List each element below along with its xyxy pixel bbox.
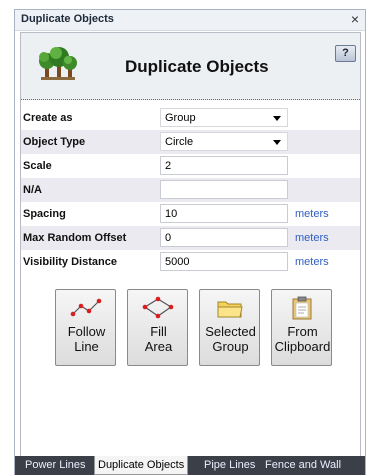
tab-duplicate-objects[interactable]: Duplicate Objects: [94, 456, 189, 475]
row-object-type: Object Type Circle: [21, 130, 360, 154]
tab-pipe-lines[interactable]: Pipe Lines: [204, 459, 255, 471]
fill-area-label-2: Area: [144, 339, 173, 354]
scale-input[interactable]: 2: [160, 156, 288, 175]
chevron-down-icon: [273, 116, 281, 121]
fill-area-button[interactable]: Fill Area: [127, 289, 188, 366]
na-label: N/A: [23, 184, 42, 196]
create-as-label: Create as: [23, 112, 73, 124]
clipboard-icon: [292, 296, 312, 320]
na-input[interactable]: [160, 180, 288, 199]
polygon-icon: [142, 296, 174, 319]
object-type-dropdown[interactable]: Circle: [160, 132, 288, 151]
row-max-random-offset: Max Random Offset 0 meters: [21, 226, 360, 250]
duplicate-objects-panel: Duplicate Objects ? Create as Group Obje…: [20, 32, 361, 464]
selected-group-label-2: Group: [212, 339, 249, 354]
spacing-label: Spacing: [23, 208, 66, 220]
panel-header: Duplicate Objects ?: [21, 33, 360, 100]
spacing-input[interactable]: 10: [160, 204, 288, 223]
visibility-distance-input[interactable]: 5000: [160, 252, 288, 271]
bottom-tab-bar: Power Lines Duplicate Objects Pipe Lines…: [15, 456, 365, 475]
tab-fence-and-wall[interactable]: Fence and Wall: [265, 459, 341, 471]
object-type-label: Object Type: [23, 136, 86, 148]
duplicate-objects-window: Duplicate Objects × Duplicate Objects ? …: [14, 9, 366, 475]
close-icon[interactable]: ×: [351, 11, 359, 27]
from-clipboard-label-2: Clipboard: [274, 339, 331, 354]
follow-line-label-1: Follow: [67, 324, 106, 339]
selected-group-label-1: Selected: [205, 324, 256, 339]
create-as-value: Group: [165, 112, 196, 124]
action-buttons: Follow Line Fill Area Selected Group Fro…: [55, 289, 355, 369]
row-create-as: Create as Group: [21, 106, 360, 130]
help-button[interactable]: ?: [335, 45, 356, 62]
row-spacing: Spacing 10 meters: [21, 202, 360, 226]
row-scale: Scale 2: [21, 154, 360, 178]
follow-line-button[interactable]: Follow Line: [55, 289, 116, 366]
row-visibility-distance: Visibility Distance 5000 meters: [21, 250, 360, 274]
trees-icon: [39, 47, 77, 80]
polyline-icon: [70, 298, 102, 317]
chevron-down-icon: [273, 140, 281, 145]
object-type-value: Circle: [165, 136, 194, 148]
max-random-offset-unit-link[interactable]: meters: [295, 232, 329, 244]
settings-form: Create as Group Object Type Circle Scale…: [21, 106, 360, 274]
follow-line-label-2: Line: [74, 339, 99, 354]
max-random-offset-label: Max Random Offset: [23, 232, 127, 244]
scale-label: Scale: [23, 160, 52, 172]
selected-group-button[interactable]: Selected Group: [199, 289, 260, 366]
row-na: N/A: [21, 178, 360, 202]
create-as-dropdown[interactable]: Group: [160, 108, 288, 127]
spacing-unit-link[interactable]: meters: [295, 208, 329, 220]
window-title: Duplicate Objects: [21, 13, 114, 25]
visibility-distance-unit-link[interactable]: meters: [295, 256, 329, 268]
fill-area-label-1: Fill: [150, 324, 167, 339]
from-clipboard-label-1: From: [287, 324, 318, 339]
max-random-offset-input[interactable]: 0: [160, 228, 288, 247]
title-bar: Duplicate Objects ×: [15, 10, 365, 31]
page-title: Duplicate Objects: [125, 57, 269, 76]
folder-icon: [217, 301, 243, 318]
visibility-distance-label: Visibility Distance: [23, 256, 117, 268]
tab-power-lines[interactable]: Power Lines: [25, 459, 86, 471]
from-clipboard-button[interactable]: From Clipboard: [271, 289, 332, 366]
